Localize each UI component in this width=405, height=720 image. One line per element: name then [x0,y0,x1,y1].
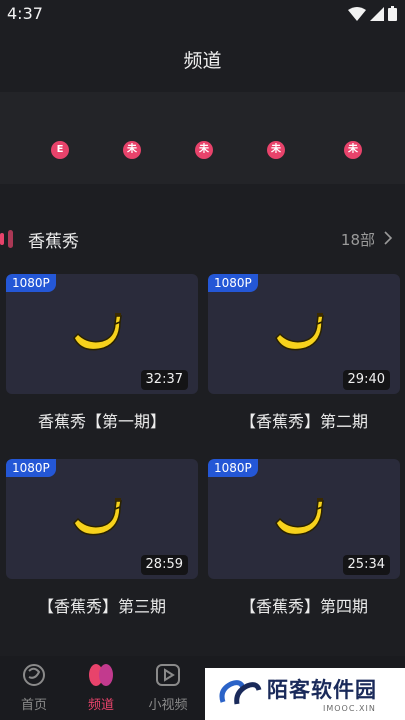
duration-label: 32:37 [140,370,188,390]
page-title: 频道 [183,50,222,72]
channel-icon [89,664,113,686]
signal-icon [370,6,384,21]
tab-short-video[interactable]: 小视频 [144,662,192,713]
watermark-subtext: IMOOC.XIN [323,704,376,713]
tab-label: 频道 [87,698,114,713]
duration-label: 25:34 [342,555,390,575]
status-time: 4:37 [7,4,43,23]
filter-chip[interactable]: 未 [123,141,141,159]
duration-label: 29:40 [342,370,390,390]
quality-badge: 1080P [208,459,258,477]
wifi-icon [348,6,366,21]
short-video-icon [156,664,180,686]
chevron-right-icon[interactable] [383,230,393,246]
duration-label: 28:59 [140,555,188,575]
filter-chip[interactable]: 未 [344,141,362,159]
filter-chip[interactable]: E [51,141,69,159]
status-bar: 4:37 [0,0,405,28]
video-thumbnail[interactable]: 1080P 28:59 [6,459,198,579]
banana-icon [275,498,324,536]
tab-label: 小视频 [148,698,188,713]
tab-home[interactable]: 首页 [10,662,58,713]
home-swirl-icon [23,664,45,686]
video-title[interactable]: 香蕉秀【第一期】 [6,408,198,432]
banana-icon [275,313,324,351]
quality-badge: 1080P [6,459,56,477]
tab-channel[interactable]: 频道 [77,662,125,713]
banana-icon [73,498,122,536]
video-title[interactable]: 【香蕉秀】第二期 [208,408,400,432]
watermark: 陌客软件园 IMOOC.XIN [205,668,405,720]
battery-icon [388,6,397,21]
section-title: 香蕉秀 [28,232,79,252]
filter-chip[interactable]: 未 [195,141,213,159]
video-thumbnail[interactable]: 1080P 25:34 [208,459,400,579]
video-thumbnail[interactable]: 1080P 29:40 [208,274,400,394]
watermark-logo-icon [219,680,262,705]
video-title[interactable]: 【香蕉秀】第三期 [6,593,198,617]
status-icons [348,6,397,21]
filter-chip[interactable]: 未 [267,141,285,159]
tab-label: 首页 [20,698,47,713]
section-count-link[interactable]: 18部 [341,229,375,250]
filter-strip [0,92,405,184]
video-thumbnail[interactable]: 1080P 32:37 [6,274,198,394]
watermark-text: 陌客软件园 [267,678,377,702]
quality-badge: 1080P [208,274,258,292]
video-title[interactable]: 【香蕉秀】第四期 [208,593,400,617]
banana-icon [73,313,122,351]
section-marker-icon [0,230,13,248]
quality-badge: 1080P [6,274,56,292]
